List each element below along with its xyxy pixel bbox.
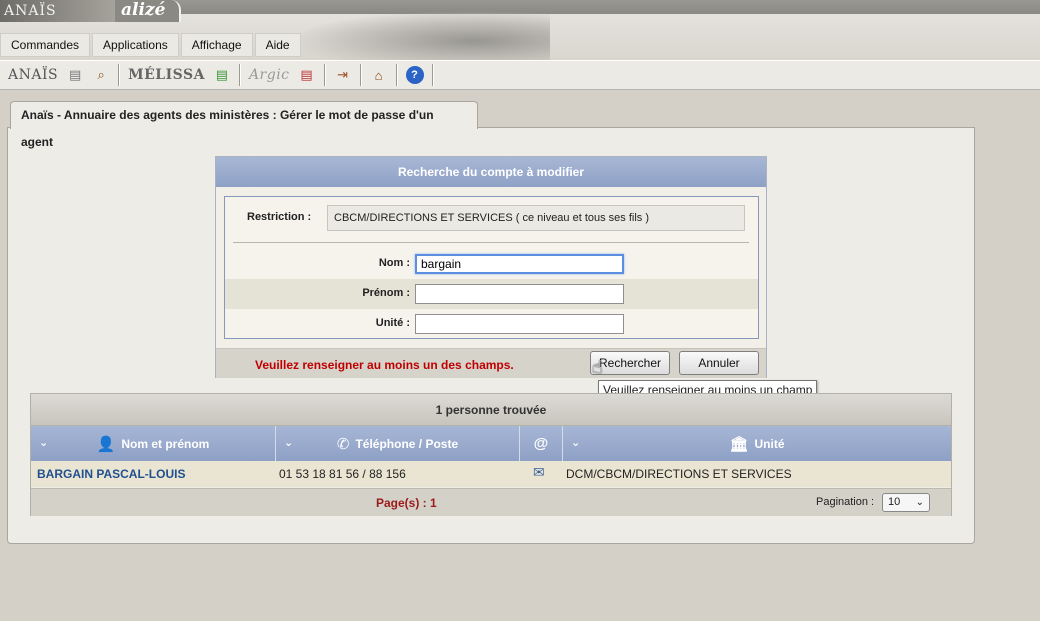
toolbar-separator [118, 64, 121, 86]
result-phone: 01 53 18 81 56 / 88 156 [279, 467, 406, 481]
top-banner: ANAÏS alizé Commandes Applications Affic… [0, 0, 1040, 60]
prenom-input[interactable] [415, 284, 624, 304]
unite-label: Unité : [375, 317, 410, 329]
toolbar-separator [431, 64, 434, 86]
nom-label: Nom : [378, 257, 410, 269]
column-label-unite: Unité [754, 436, 785, 451]
menu-affichage[interactable]: Affichage [180, 33, 253, 57]
column-header-nom[interactable]: ⌄ 👤 Nom et prénom [31, 426, 276, 461]
phone-icon: ✆ [336, 435, 350, 453]
toolbar-argic-button[interactable]: Argic [249, 63, 290, 87]
mail-envelope-icon[interactable]: ✉ [533, 464, 545, 481]
column-label-telephone: Téléphone / Poste [355, 436, 459, 451]
hand-cursor-icon: ☝ [592, 357, 603, 377]
results-footer: Page(s) : 1 Pagination : 10 ⌄ [31, 488, 951, 516]
column-header-unite[interactable]: ⌄ 🏛 Unité [563, 426, 951, 461]
prenom-row: Prénom : [225, 279, 758, 309]
search-form-footer: Veuillez renseigner au moins un des cham… [216, 348, 766, 378]
column-header-email[interactable]: @ [520, 426, 563, 461]
banner-portrait-image [300, 12, 550, 60]
unite-row: Unité : [225, 309, 758, 339]
restriction-value: CBCM/DIRECTIONS ET SERVICES ( ce niveau … [327, 205, 745, 231]
search-fields-frame: Restriction : CBCM/DIRECTIONS ET SERVICE… [224, 196, 759, 339]
table-row: BARGAIN PASCAL-LOUIS 01 53 18 81 56 / 88… [31, 461, 951, 487]
document-icon[interactable]: ▤ [66, 66, 84, 84]
form-divider [233, 242, 749, 243]
logout-door-icon[interactable]: ⇥ [334, 66, 352, 84]
toolbar-separator [323, 64, 326, 86]
results-count: 1 personne trouvée [31, 394, 951, 426]
toolbar: ANAÏS ▤ ⌕ MÉLISSA ▤ Argic ▤ ⇥ ⌂ ? [0, 60, 1040, 90]
help-icon[interactable]: ? [405, 66, 424, 84]
menu-commandes[interactable]: Commandes [0, 33, 91, 57]
pagination-select[interactable]: 10 ⌄ [882, 493, 930, 512]
anais-logo-text: ANAÏS [0, 0, 115, 22]
chevron-down-icon: ⌄ [915, 497, 924, 508]
validation-warning: Veuillez renseigner au moins un des cham… [255, 358, 514, 372]
column-label-nom: Nom et prénom [121, 436, 210, 451]
restriction-label: Restriction : [247, 211, 312, 223]
unite-input[interactable] [415, 314, 624, 334]
pagination-label: Pagination : [816, 496, 875, 508]
toolbar-separator [359, 64, 362, 86]
column-header-telephone[interactable]: ⌄ ✆ Téléphone / Poste [276, 426, 520, 461]
menu-aide[interactable]: Aide [254, 33, 301, 57]
results-table-header: ⌄ 👤 Nom et prénom ⌄ ✆ Téléphone / Poste … [31, 426, 951, 461]
toolbar-melissa-button[interactable]: MÉLISSA [128, 63, 205, 87]
pages-indicator: Page(s) : 1 [376, 496, 437, 510]
prenom-label: Prénom : [362, 287, 410, 299]
toolbar-separator [238, 64, 241, 86]
toolbar-anais-button[interactable]: ANAÏS [8, 63, 58, 87]
home-icon[interactable]: ⌂ [370, 66, 388, 84]
nom-input[interactable] [415, 254, 624, 274]
result-name-link[interactable]: BARGAIN PASCAL-LOUIS [37, 467, 185, 481]
menu-applications[interactable]: Applications [92, 33, 179, 57]
building-icon: 🏛 [729, 435, 749, 453]
document-green-icon[interactable]: ▤ [213, 66, 231, 84]
result-unit: DCM/CBCM/DIRECTIONS ET SERVICES [566, 467, 792, 481]
book-search-icon[interactable]: ⌕ [92, 66, 110, 84]
nom-row: Nom : [225, 249, 758, 279]
search-form-title: Recherche du compte à modifier [216, 157, 766, 187]
results-panel: 1 personne trouvée ⌄ 👤 Nom et prénom ⌄ ✆… [30, 393, 952, 516]
search-form: Recherche du compte à modifier Restricti… [215, 156, 767, 378]
toolbar-separator [395, 64, 398, 86]
document-red-icon[interactable]: ▤ [298, 66, 316, 84]
menu-bar: Commandes Applications Affichage Aide [0, 33, 301, 57]
tab-gerer-mot-de-passe[interactable]: Anaïs - Annuaire des agents des ministèr… [10, 101, 478, 149]
brand-logo: ANAÏS alizé [0, 0, 185, 22]
pagination-value: 10 [888, 496, 901, 508]
person-icon: 👤 [96, 435, 116, 453]
annuler-button[interactable]: Annuler [679, 351, 759, 375]
chevron-down-icon[interactable]: ⌄ [39, 436, 48, 449]
chevron-down-icon[interactable]: ⌄ [571, 436, 580, 449]
column-label-email: @ [533, 435, 549, 452]
alize-logo-text: alizé [115, 0, 181, 22]
chevron-down-icon[interactable]: ⌄ [284, 436, 293, 449]
